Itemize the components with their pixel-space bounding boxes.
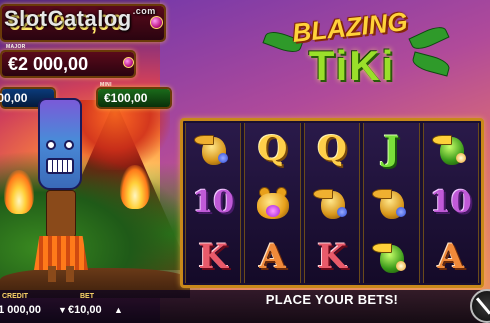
reel-column: QK xyxy=(303,123,361,283)
logo-line-2: TiKi xyxy=(308,42,396,89)
reel-symbol xyxy=(364,177,418,228)
jackpot-minor-value: €200,00 xyxy=(0,91,28,105)
credit-value: €1 000,00 xyxy=(0,304,41,316)
watermark-text: SlotCatalog xyxy=(4,6,132,31)
bet-value: €10,00 xyxy=(68,304,102,316)
reel-grid: 10 K Q A Q K J 10 A xyxy=(180,118,484,288)
triangle-down-icon[interactable]: ▼ xyxy=(58,305,67,315)
tiki-eye xyxy=(64,140,74,150)
reel-symbol: 10 xyxy=(424,177,478,228)
gem-icon xyxy=(123,57,134,68)
reel-symbol: Q xyxy=(245,123,299,174)
reel-symbol: Q xyxy=(305,123,359,174)
tiki-body xyxy=(46,190,76,238)
card-symbol-a: A xyxy=(437,237,465,278)
tiki-mouth xyxy=(46,158,74,174)
tiki-character xyxy=(28,98,98,283)
reel-symbol xyxy=(424,123,478,174)
tiki-leg xyxy=(66,266,74,282)
bet-label: BET xyxy=(80,293,94,300)
gold-toucan-symbol-icon xyxy=(311,183,353,223)
game-logo: BLAZING TiKi xyxy=(262,6,452,98)
jackpot-major-value: €2 000,00 xyxy=(8,53,89,74)
spin-button-icon xyxy=(475,297,490,315)
reel-symbol: A xyxy=(245,232,299,283)
card-symbol-10: 10 xyxy=(192,185,235,221)
tiki-leg xyxy=(48,266,56,282)
reel-column: QA xyxy=(244,123,301,283)
reel-column: 10 A xyxy=(422,123,480,283)
golden-frog-symbol-icon xyxy=(253,183,293,223)
card-symbol-k: K xyxy=(317,237,347,278)
reel-symbol: K xyxy=(186,232,240,283)
card-symbol-j: J xyxy=(383,128,400,169)
gold-toucan-symbol-icon xyxy=(370,183,412,223)
credit-label: CREDIT xyxy=(2,293,29,300)
leaf-decoration xyxy=(410,51,452,77)
place-bets-message: PLACE YOUR BETS! xyxy=(265,292,399,307)
tiki-eye xyxy=(46,140,56,150)
tiki-grass-skirt xyxy=(34,236,88,270)
reel-symbol xyxy=(305,177,359,228)
card-symbol-q: Q xyxy=(317,128,347,169)
reel-symbol xyxy=(364,232,418,283)
jackpot-major-meter: €2 000,00 xyxy=(0,50,136,78)
reel-symbol: A xyxy=(424,232,478,283)
green-toucan-symbol-icon xyxy=(430,129,472,169)
right-torch-flame xyxy=(120,165,150,209)
gold-toucan-symbol-icon xyxy=(192,129,234,169)
reel-column: 10 K xyxy=(185,123,242,283)
watermark-suffix: .com xyxy=(132,6,156,16)
card-symbol-q: Q xyxy=(257,128,288,169)
reel-symbol xyxy=(186,123,240,174)
card-symbol-k: K xyxy=(198,237,228,278)
watermark: SlotCatalog.com xyxy=(4,6,156,32)
card-symbol-10: 10 xyxy=(429,185,472,221)
reel-symbol: 10 xyxy=(186,177,240,228)
reel-symbol xyxy=(245,177,299,228)
card-symbol-a: A xyxy=(259,237,286,278)
jackpot-mini-meter: €100,00 xyxy=(96,87,172,109)
triangle-up-icon[interactable]: ▲ xyxy=(114,305,123,315)
jackpot-mini-value: €100,00 xyxy=(104,91,148,105)
tiki-mask xyxy=(38,98,82,190)
reel-column: J xyxy=(363,123,420,283)
reel-symbol: K xyxy=(305,232,359,283)
reel-symbol: J xyxy=(364,123,418,174)
green-toucan-symbol-icon xyxy=(370,237,412,277)
